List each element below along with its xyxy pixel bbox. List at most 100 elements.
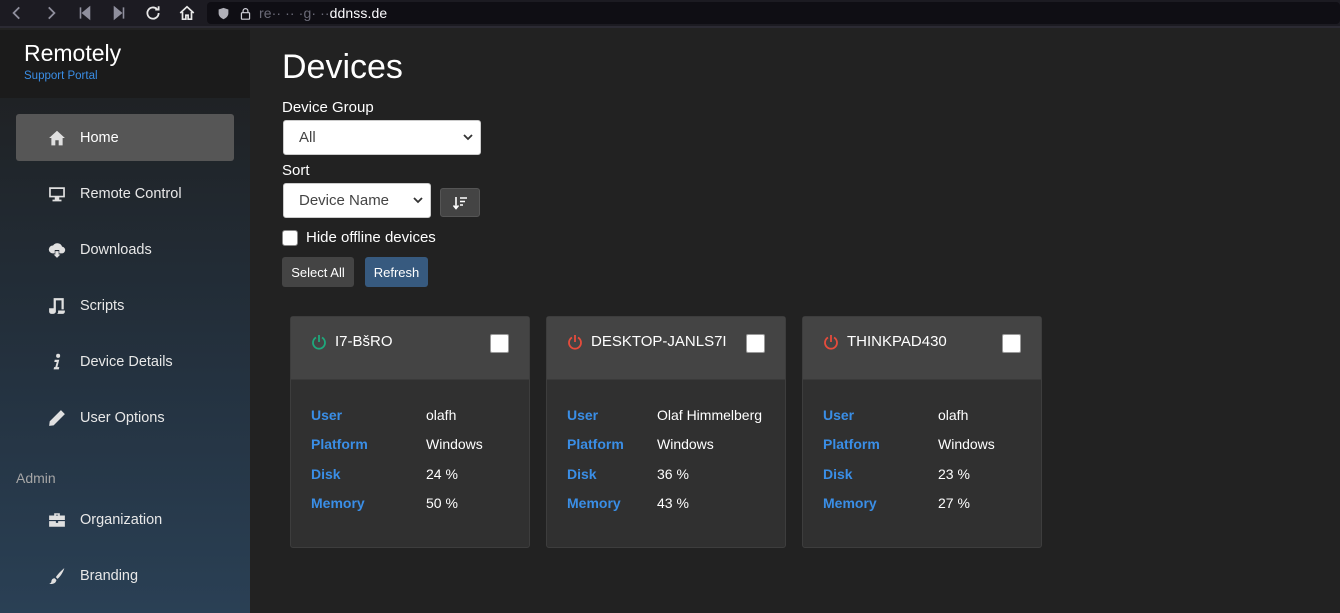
- device-memory-row: Memory 27 %: [823, 489, 1041, 519]
- field-key: Disk: [567, 465, 597, 482]
- main-content: Devices Device Group All Sort Device Nam…: [250, 30, 1340, 613]
- sort-direction-button[interactable]: [440, 188, 480, 217]
- device-select-checkbox[interactable]: [1002, 334, 1021, 353]
- device-select-checkbox[interactable]: [746, 334, 765, 353]
- sidebar-item-organization[interactable]: Organization: [16, 496, 234, 543]
- device-user: olafh: [426, 406, 457, 423]
- sort-descending-icon: [452, 196, 467, 210]
- sort-select[interactable]: Device Name: [283, 183, 431, 218]
- select-all-button[interactable]: Select All: [282, 257, 354, 287]
- cloud-download-icon: [46, 239, 68, 261]
- device-card-header: THINKPAD430: [803, 317, 1041, 380]
- skip-back-icon[interactable]: [68, 0, 102, 27]
- sidebar-item-label: Branding: [80, 567, 139, 584]
- device-user-row: User olafh: [311, 400, 529, 430]
- device-platform-row: Platform Windows: [311, 430, 529, 460]
- field-key: Memory: [567, 495, 621, 512]
- chevron-down-icon: [463, 134, 473, 141]
- device-disk-row: Disk 24 %: [311, 459, 529, 489]
- field-key: User: [823, 406, 855, 423]
- field-key: Platform: [567, 436, 624, 453]
- home-browser-icon[interactable]: [170, 0, 204, 27]
- hide-offline-label: Hide offline devices: [306, 229, 436, 246]
- device-disk-row: Disk 23 %: [823, 459, 1041, 489]
- field-key: User: [567, 406, 599, 423]
- sort-value: Device Name: [299, 192, 390, 209]
- hide-offline-toggle[interactable]: Hide offline devices: [282, 229, 436, 246]
- sidebar-item-label: User Options: [80, 409, 165, 426]
- device-memory: 27 %: [938, 495, 970, 512]
- sidebar-item-scripts[interactable]: Scripts: [16, 282, 234, 329]
- sidebar-item-label: Downloads: [80, 241, 152, 258]
- sidebar-item-downloads[interactable]: Downloads: [16, 226, 234, 273]
- device-platform-row: Platform Windows: [567, 430, 785, 460]
- monitor-icon: [46, 183, 68, 205]
- brand[interactable]: Remotely Support Portal: [0, 30, 250, 98]
- field-key: Platform: [823, 436, 880, 453]
- device-platform: Windows: [938, 436, 995, 453]
- device-disk: 23 %: [938, 465, 970, 482]
- refresh-button[interactable]: Refresh: [365, 257, 428, 287]
- sidebar-item-remote-control[interactable]: Remote Control: [16, 170, 234, 217]
- url-prefix: re·· ·· ·g· ··: [259, 5, 330, 21]
- device-disk: 36 %: [657, 465, 689, 482]
- reload-icon[interactable]: [136, 0, 170, 27]
- device-platform: Windows: [426, 436, 483, 453]
- url-domain: ddnss.de: [329, 5, 388, 21]
- hide-offline-checkbox[interactable]: [282, 229, 298, 246]
- script-icon: [46, 295, 68, 317]
- address-bar[interactable]: re·· ·· ·g· ··ddnss.de: [207, 2, 1340, 24]
- sidebar-item-label: Organization: [80, 511, 163, 528]
- device-memory-row: Memory 43 %: [567, 489, 785, 519]
- device-group-select[interactable]: All: [283, 120, 481, 155]
- sort-label: Sort: [282, 162, 310, 179]
- page-title: Devices: [282, 48, 403, 86]
- device-card-body: User olafh Platform Windows Disk 23 % Memor…: [803, 380, 1041, 518]
- device-select-checkbox[interactable]: [490, 334, 509, 353]
- brand-subtitle: Support Portal: [24, 70, 98, 82]
- briefcase-icon: [46, 509, 68, 531]
- device-card-body: User olafh Platform Windows Disk 24 % Memor…: [291, 380, 529, 518]
- power-online-icon: [312, 335, 326, 350]
- admin-section-label: Admin: [16, 470, 56, 486]
- device-memory-row: Memory 50 %: [311, 489, 529, 519]
- lock-icon[interactable]: [237, 5, 253, 21]
- device-user: Olaf Himmelberg: [657, 406, 763, 423]
- device-card[interactable]: THINKPAD430 User olafh Platform Windows Di…: [802, 316, 1042, 548]
- sidebar-item-user-options[interactable]: User Options: [16, 394, 234, 441]
- device-platform-row: Platform Windows: [823, 430, 1041, 460]
- device-user: olafh: [938, 406, 969, 423]
- brand-title: Remotely: [24, 40, 122, 66]
- shield-icon[interactable]: [215, 5, 231, 21]
- skip-forward-icon[interactable]: [102, 0, 136, 27]
- field-key: Disk: [823, 465, 853, 482]
- pencil-icon: [46, 407, 68, 429]
- sidebar-item-branding[interactable]: Branding: [16, 552, 234, 599]
- field-key: Memory: [823, 495, 877, 512]
- sidebar-item-label: Device Details: [80, 353, 173, 370]
- sidebar-item-label: Home: [80, 129, 119, 146]
- browser-toolbar: re·· ·· ·g· ··ddnss.de: [0, 0, 1340, 28]
- device-disk-row: Disk 36 %: [567, 459, 785, 489]
- field-key: User: [311, 406, 343, 423]
- home-icon: [46, 127, 68, 149]
- url-text: re·· ·· ·g· ··ddnss.de: [259, 5, 387, 21]
- sidebar-item-label: Remote Control: [80, 185, 182, 202]
- field-key: Disk: [311, 465, 341, 482]
- device-card-header: I7-BšRO: [291, 317, 529, 380]
- device-group-value: All: [299, 129, 316, 146]
- sidebar-item-label: Scripts: [80, 297, 125, 314]
- device-card-body: User Olaf Himmelberg Platform Windows Disk…: [547, 380, 785, 518]
- sidebar: Remotely Support Portal Home Remote Cont…: [0, 30, 250, 613]
- device-card[interactable]: DESKTOP-JANLS7I User Olaf Himmelberg Plat…: [546, 316, 786, 548]
- device-user-row: User olafh: [823, 400, 1041, 430]
- device-memory: 50 %: [426, 495, 458, 512]
- back-icon[interactable]: [0, 0, 34, 27]
- sidebar-item-home[interactable]: Home: [16, 114, 234, 161]
- device-platform: Windows: [657, 436, 714, 453]
- device-card[interactable]: I7-BšRO User olafh Platform Windows Disk 24…: [290, 316, 530, 548]
- device-name: I7-BšRO: [335, 333, 393, 350]
- forward-icon[interactable]: [34, 0, 68, 27]
- sidebar-item-device-details[interactable]: Device Details: [16, 338, 234, 385]
- power-offline-icon: [568, 335, 582, 350]
